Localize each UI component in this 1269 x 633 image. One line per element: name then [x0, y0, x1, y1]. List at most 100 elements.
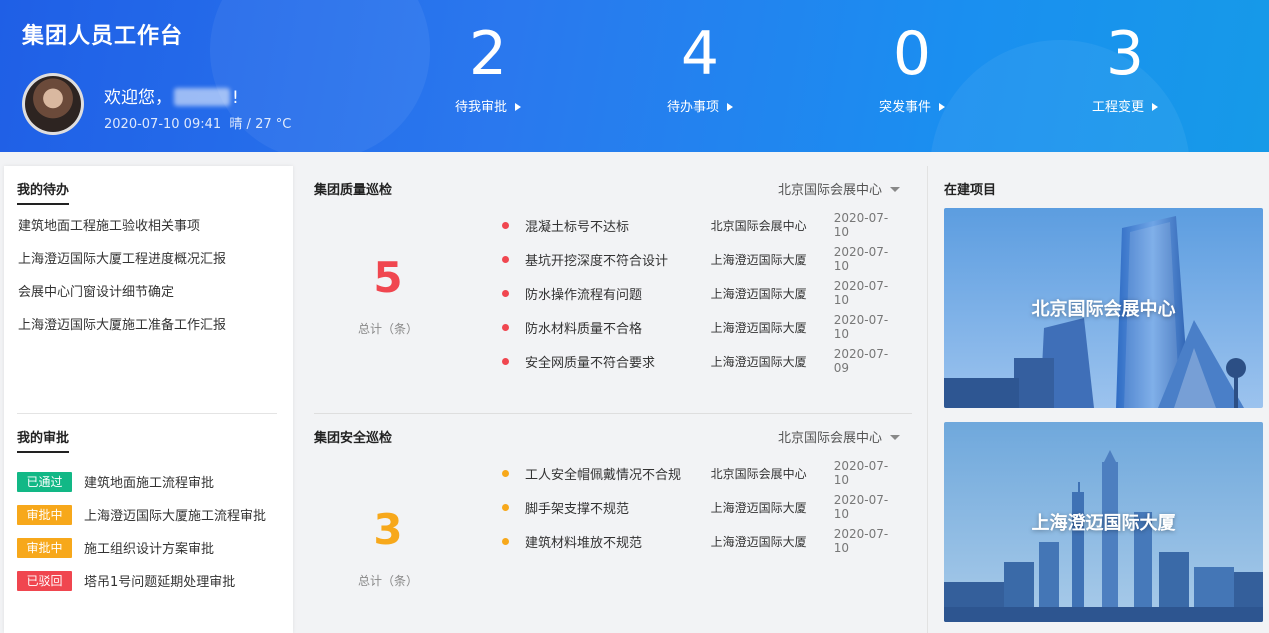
stat-pending-approval[interactable]: 2 待我审批	[418, 22, 558, 115]
issue-date: 2020-07-10	[833, 493, 889, 521]
approval-item[interactable]: 已通过 建筑地面施工流程审批	[17, 465, 266, 498]
stat-label: 待办事项	[666, 100, 719, 115]
issue-location: 上海澄迈国际大厦	[710, 500, 807, 515]
stat-link[interactable]: 待我审批	[418, 96, 558, 115]
projects-panel: 在建项目 北京国际会展中心 上海澄迈国际大厦	[927, 166, 1269, 633]
status-badge: 审批中	[17, 504, 72, 525]
stat-label: 突发事件	[878, 100, 931, 115]
inspection-panel: 集团质量巡检 北京国际会展中心 5 总计（条） 混凝土标号不达标 北京国际会展中心…	[300, 166, 920, 633]
approval-title: 我的审批	[17, 427, 70, 453]
issue-row[interactable]: 脚手架支撑不规范 上海澄迈国际大厦 2020-07-10	[498, 490, 903, 524]
safety-total: 3 总计（条）	[300, 506, 476, 589]
stat-value: 3	[1105, 19, 1145, 89]
issue-date: 2020-07-10	[833, 527, 889, 555]
approval-text: 建筑地面施工流程审批	[84, 476, 215, 491]
approval-item[interactable]: 审批中 上海澄迈国际大厦施工流程审批	[17, 498, 266, 531]
dashboard-header: 集团人员工作台 欢迎您，! 2020-07-10 09:41 晴 / 27 °C…	[0, 0, 1269, 152]
app-title: 集团人员工作台	[22, 24, 184, 49]
red-dot-icon	[502, 357, 509, 365]
divider	[314, 413, 912, 414]
stat-emergency[interactable]: 0 突发事件	[842, 22, 982, 115]
issue-date: 2020-07-10	[833, 459, 889, 487]
status-badge: 已通过	[17, 471, 72, 492]
stat-link[interactable]: 待办事项	[630, 96, 770, 115]
todo-item[interactable]: 上海澄迈国际大厦施工准备工作汇报	[18, 316, 226, 349]
divider	[17, 413, 277, 414]
approval-item[interactable]: 审批中 施工组织设计方案审批	[17, 531, 266, 564]
chevron-down-icon	[890, 187, 900, 192]
issue-row[interactable]: 基坑开挖深度不符合设计 上海澄迈国际大厦 2020-07-10	[498, 242, 903, 276]
avatar[interactable]	[22, 73, 84, 135]
stat-value: 4	[680, 19, 720, 89]
status-badge: 已驳回	[17, 570, 72, 591]
dropdown-value: 北京国际会展中心	[777, 183, 882, 198]
approval-item[interactable]: 已驳回 塔吊1号问题延期处理审批	[17, 564, 266, 597]
issue-location: 上海澄迈国际大厦	[710, 286, 807, 301]
issue-row[interactable]: 防水操作流程有问题 上海澄迈国际大厦 2020-07-10	[498, 276, 903, 310]
issue-location: 上海澄迈国际大厦	[710, 354, 807, 369]
red-dot-icon	[502, 289, 509, 297]
left-panel: 我的待办 建筑地面工程施工验收相关事项 上海澄迈国际大厦工程进度概况汇报 会展中…	[4, 166, 293, 633]
stat-value: 0	[892, 19, 932, 89]
weather: 晴 / 27 °C	[229, 117, 292, 132]
issue-title: 建筑材料堆放不规范	[524, 535, 642, 551]
quality-site-dropdown[interactable]: 北京国际会展中心	[778, 179, 900, 198]
todo-item[interactable]: 会展中心门窗设计细节确定	[18, 283, 226, 316]
issue-title: 工人安全帽佩戴情况不合规	[524, 467, 681, 483]
project-card-beijing[interactable]: 北京国际会展中心	[944, 208, 1263, 408]
issue-date: 2020-07-10	[833, 245, 889, 273]
issue-row[interactable]: 安全网质量不符合要求 上海澄迈国际大厦 2020-07-09	[498, 344, 903, 378]
issue-location: 上海澄迈国际大厦	[710, 252, 807, 267]
issue-location: 北京国际会展中心	[710, 218, 807, 233]
orange-dot-icon	[502, 537, 509, 545]
issue-title: 安全网质量不符合要求	[524, 355, 655, 371]
stat-value: 2	[468, 19, 508, 89]
chevron-down-icon	[890, 435, 900, 440]
project-name: 北京国际会展中心	[1031, 299, 1176, 320]
stat-link[interactable]: 突发事件	[842, 96, 982, 115]
red-dot-icon	[502, 255, 509, 263]
datetime: 2020-07-10 09:41	[104, 117, 222, 132]
quality-total: 5 总计（条）	[300, 254, 476, 337]
approval-text: 施工组织设计方案审批	[84, 542, 215, 557]
issue-row[interactable]: 防水材料质量不合格 上海澄迈国际大厦 2020-07-10	[498, 310, 903, 344]
date-weather: 2020-07-10 09:41 晴 / 27 °C	[104, 113, 291, 132]
issue-title: 脚手架支撑不规范	[524, 501, 629, 517]
safety-site-dropdown[interactable]: 北京国际会展中心	[778, 427, 900, 446]
quality-title: 集团质量巡检	[314, 183, 393, 198]
issue-row[interactable]: 工人安全帽佩戴情况不合规 北京国际会展中心 2020-07-10	[498, 456, 903, 490]
red-dot-icon	[502, 323, 509, 331]
todo-item[interactable]: 建筑地面工程施工验收相关事项	[18, 217, 226, 250]
quality-issue-list: 混凝土标号不达标 北京国际会展中心 2020-07-10 基坑开挖深度不符合设计 上海…	[498, 208, 903, 378]
welcome-prefix: 欢迎您，	[104, 88, 172, 108]
orange-dot-icon	[502, 469, 509, 477]
issue-date: 2020-07-10	[833, 211, 889, 239]
red-dot-icon	[502, 221, 509, 229]
issue-row[interactable]: 混凝土标号不达标 北京国际会展中心 2020-07-10	[498, 208, 903, 242]
issue-row[interactable]: 建筑材料堆放不规范 上海澄迈国际大厦 2020-07-10	[498, 524, 903, 558]
quality-total-value: 5	[373, 253, 403, 302]
issue-location: 北京国际会展中心	[710, 466, 807, 481]
issue-title: 混凝土标号不达标	[524, 219, 629, 235]
total-label: 总计（条）	[357, 574, 418, 588]
stat-link[interactable]: 工程变更	[1055, 96, 1195, 115]
stat-label: 待我审批	[454, 100, 507, 115]
issue-title: 防水材料质量不合格	[524, 321, 642, 337]
caret-right-icon	[727, 103, 733, 111]
caret-right-icon	[939, 103, 945, 111]
safety-total-value: 3	[373, 505, 403, 554]
caret-right-icon	[515, 103, 521, 111]
stat-todo[interactable]: 4 待办事项	[630, 22, 770, 115]
status-badge: 审批中	[17, 537, 72, 558]
orange-dot-icon	[502, 503, 509, 511]
project-name: 上海澄迈国际大厦	[1031, 513, 1176, 534]
safety-title: 集团安全巡检	[314, 431, 393, 446]
approval-text: 塔吊1号问题延期处理审批	[84, 575, 236, 590]
issue-date: 2020-07-10	[833, 313, 889, 341]
todo-item[interactable]: 上海澄迈国际大厦工程进度概况汇报	[18, 250, 226, 283]
project-card-shanghai[interactable]: 上海澄迈国际大厦	[944, 422, 1263, 622]
issue-date: 2020-07-09	[833, 347, 889, 375]
stat-change[interactable]: 3 工程变更	[1055, 22, 1195, 115]
total-label: 总计（条）	[357, 322, 418, 336]
issue-title: 基坑开挖深度不符合设计	[524, 253, 668, 269]
